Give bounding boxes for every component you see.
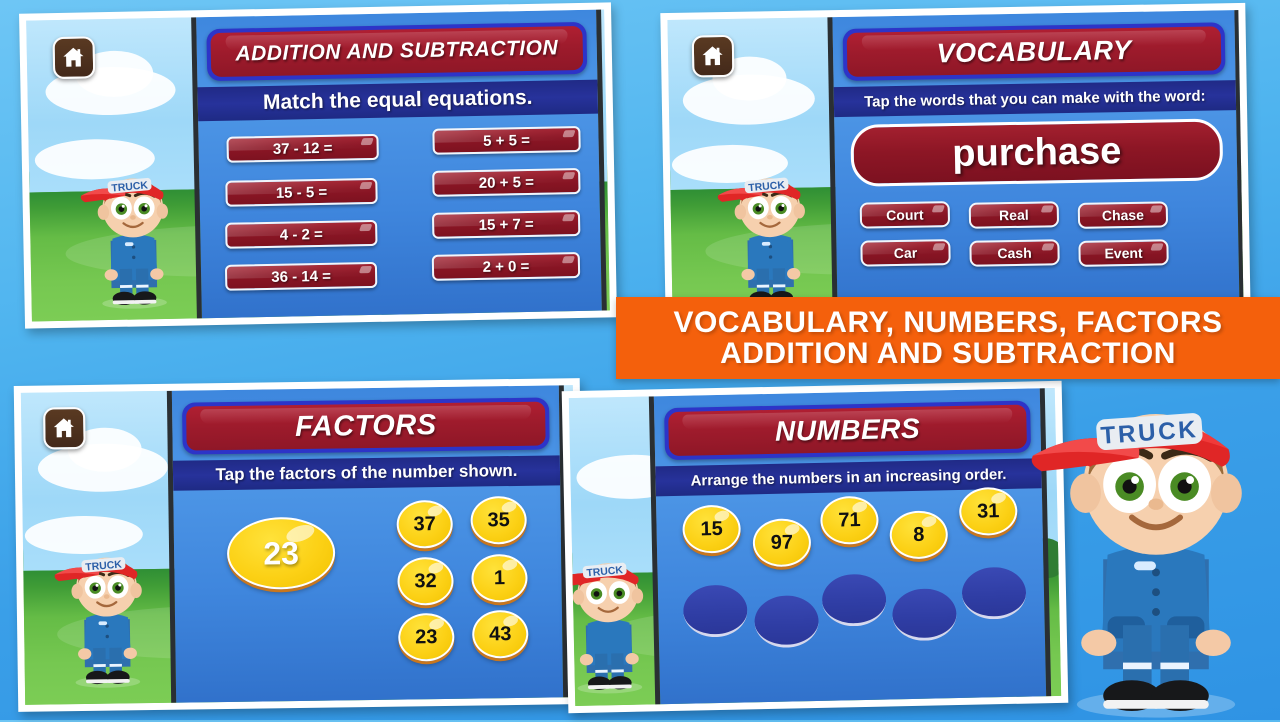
- card-title: NUMBERS: [667, 404, 1028, 457]
- hero-mascot-character: TRUCK: [1022, 370, 1280, 722]
- target-number-coin: 23: [226, 516, 336, 591]
- word-option-button[interactable]: Cash: [969, 239, 1060, 267]
- number-slot[interactable]: [821, 573, 887, 627]
- word-option-button[interactable]: Event: [1078, 239, 1169, 267]
- home-icon: [54, 418, 75, 438]
- number-coin[interactable]: 15: [682, 504, 742, 554]
- card-title: VOCABULARY: [846, 26, 1222, 77]
- title-banner-wrap: NUMBERS: [663, 400, 1032, 461]
- home-button[interactable]: [52, 36, 96, 80]
- equation-button[interactable]: 4 - 2 =: [225, 219, 378, 249]
- home-button[interactable]: [691, 34, 735, 78]
- instruction-bar: Tap the factors of the number shown.: [172, 455, 561, 491]
- game-panel-factors: FACTORS Tap the factors of the number sh…: [166, 385, 569, 705]
- promo-banner: VOCABULARY, NUMBERS, FACTORS ADDITION AN…: [616, 297, 1280, 379]
- factor-choice-coin[interactable]: 43: [471, 609, 529, 659]
- word-option-button[interactable]: Car: [860, 239, 951, 267]
- equation-button[interactable]: 37 - 12 =: [226, 133, 379, 163]
- card-title: FACTORS: [185, 401, 546, 451]
- equation-button[interactable]: 5 + 5 =: [432, 125, 581, 155]
- number-coin[interactable]: 71: [819, 495, 879, 545]
- title-banner-wrap: FACTORS: [181, 397, 551, 455]
- game-panel-numbers: NUMBERS Arrange the numbers in an increa…: [648, 388, 1052, 707]
- equation-button[interactable]: 15 - 5 =: [225, 177, 378, 207]
- mascot-character: TRUCK: [710, 157, 831, 311]
- number-coin[interactable]: 31: [958, 486, 1018, 536]
- home-button[interactable]: [43, 406, 86, 450]
- mascot-character: TRUCK: [47, 537, 167, 691]
- factor-choice-coin[interactable]: 37: [396, 499, 454, 549]
- factor-choice-coin[interactable]: 23: [397, 612, 455, 662]
- number-slot[interactable]: [961, 566, 1027, 620]
- target-word-box: purchase: [850, 118, 1224, 187]
- card-title: ADDITION AND SUBTRACTION: [210, 25, 584, 78]
- number-coin[interactable]: 8: [889, 510, 949, 560]
- instruction-bar: Match the equal equations.: [197, 79, 599, 122]
- equation-button[interactable]: 20 + 5 =: [432, 167, 581, 197]
- equation-button[interactable]: 2 + 0 =: [431, 251, 581, 281]
- card-factors: TRUCK FACTORS Tap the factors of the num…: [13, 378, 585, 712]
- home-icon: [63, 48, 84, 68]
- word-option-button[interactable]: Court: [859, 201, 951, 229]
- app-screenshot-collage: TRUCK ADDITION AND SUBTRACTION Match the…: [0, 0, 1280, 720]
- number-slot[interactable]: [891, 588, 957, 642]
- factor-choice-coin[interactable]: 35: [470, 495, 528, 545]
- home-icon: [703, 46, 724, 66]
- factor-choice-coin[interactable]: 1: [471, 553, 528, 603]
- number-slot[interactable]: [682, 584, 748, 638]
- game-panel-vocabulary: VOCABULARY Tap the words that you can ma…: [827, 10, 1244, 319]
- word-option-button[interactable]: Chase: [1077, 201, 1169, 229]
- title-banner-wrap: VOCABULARY: [842, 22, 1226, 81]
- instruction-bar: Tap the words that you can make with the…: [833, 80, 1237, 118]
- number-coin[interactable]: 97: [752, 518, 812, 568]
- title-banner-wrap: ADDITION AND SUBTRACTION: [206, 21, 588, 82]
- card-numbers: TRUCK NUMBERS Arrange the numbers in an …: [561, 380, 1069, 714]
- promo-banner-line1: VOCABULARY, NUMBERS, FACTORS: [673, 305, 1223, 339]
- promo-banner-line2: ADDITION AND SUBTRACTION: [720, 337, 1176, 370]
- mascot-character: TRUCK: [73, 157, 194, 311]
- card-vocabulary: TRUCK VOCABULARY Tap the words that you …: [660, 2, 1251, 327]
- word-option-button[interactable]: Real: [968, 201, 1060, 229]
- equation-button[interactable]: 15 + 7 =: [431, 209, 581, 239]
- card-addition-subtraction: TRUCK ADDITION AND SUBTRACTION Match the…: [19, 2, 617, 329]
- equation-button[interactable]: 36 - 14 =: [224, 261, 378, 291]
- game-panel-addition: ADDITION AND SUBTRACTION Match the equal…: [191, 9, 608, 322]
- number-slot[interactable]: [754, 594, 820, 649]
- factor-choice-coin[interactable]: 32: [397, 556, 454, 606]
